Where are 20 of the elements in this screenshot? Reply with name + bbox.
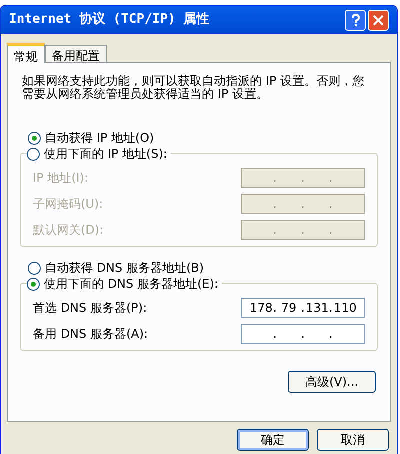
- field-label: 首选 DNS 服务器(P):: [33, 300, 148, 317]
- tab[interactable]: 常规: [7, 43, 45, 63]
- question-mark-icon: [350, 14, 360, 26]
- close-icon: [373, 14, 384, 26]
- radio-option[interactable]: 使用下面的 IP 地址(S):: [27, 145, 172, 163]
- dialog-button[interactable]: 确定: [237, 429, 309, 451]
- radio-option[interactable]: 使用下面的 DNS 服务器地址(E):: [27, 275, 222, 293]
- ip-address-field[interactable]: . . .: [241, 324, 365, 344]
- tab[interactable]: 备用配置: [45, 45, 107, 62]
- advanced-button[interactable]: 高级(V)...: [288, 371, 376, 393]
- dialog-button[interactable]: 取消: [317, 429, 389, 451]
- field-label: 默认网关(D):: [33, 222, 104, 239]
- field-label: 备用 DNS 服务器(A):: [33, 326, 148, 343]
- description: 如果网络支持此功能，则可以获取自动指派的 IP 设置。否则，您需要从网络系统管理员处获得适当的 IP 设置。: [21, 75, 366, 101]
- field-label: IP 地址(I):: [33, 170, 89, 187]
- ip-address-field[interactable]: 178. 79 .131.110: [241, 298, 365, 318]
- window-title: Internet 协议 (TCP/IP) 属性: [9, 10, 210, 30]
- close-button[interactable]: [368, 10, 389, 30]
- help-button[interactable]: [345, 10, 366, 30]
- field-label: 子网掩码(U):: [33, 196, 104, 213]
